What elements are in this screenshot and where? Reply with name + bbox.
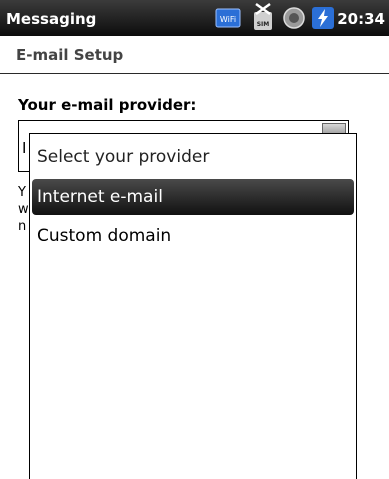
provider-select-value: I xyxy=(22,139,27,157)
option-custom-domain[interactable]: Custom domain xyxy=(32,218,354,254)
app-title: Messaging xyxy=(6,10,97,28)
screen-header: E-mail Setup xyxy=(0,36,389,74)
svg-text:SIM: SIM xyxy=(257,21,270,28)
no-sim-icon: SIM xyxy=(254,2,272,30)
sync-icon xyxy=(283,7,305,29)
provider-dropdown-list[interactable]: Select your provider Internet e-mail Cus… xyxy=(29,133,357,479)
clock: 20:34 xyxy=(337,10,385,28)
page-title: E-mail Setup xyxy=(16,46,124,64)
svg-text:WiFi: WiFi xyxy=(220,15,236,24)
charging-icon xyxy=(312,7,334,29)
status-bar: Messaging WiFi SIM 20:34 xyxy=(0,0,389,36)
option-internet-email[interactable]: Internet e-mail xyxy=(32,179,354,215)
wifi-icon: WiFi xyxy=(215,8,241,28)
dropdown-prompt: Select your provider xyxy=(37,147,210,167)
provider-label: Your e-mail provider: xyxy=(18,96,197,114)
